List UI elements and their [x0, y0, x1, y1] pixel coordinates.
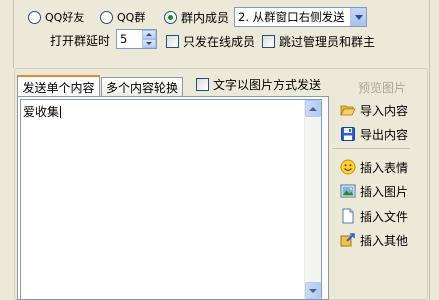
checkbox-skip-admins-label: 跳过管理员和群主 — [279, 34, 376, 49]
scroll-up-icon[interactable] — [305, 100, 321, 117]
tab-single-content[interactable]: 发送单个内容 — [17, 75, 100, 97]
delay-spinner[interactable]: 5 — [116, 29, 157, 49]
radio-group-members[interactable]: 群内成员 — [164, 9, 229, 25]
text-caret — [60, 106, 62, 118]
picture-icon — [340, 183, 356, 199]
radio-qq-group-label: QQ群 — [117, 11, 146, 24]
import-content-label: 导入内容 — [360, 103, 409, 118]
radio-qq-friends-circle[interactable] — [28, 10, 41, 24]
spin-down-icon[interactable] — [142, 39, 156, 48]
insert-file-label: 插入文件 — [360, 209, 409, 224]
side-separator — [332, 148, 410, 149]
delay-value[interactable]: 5 — [117, 32, 142, 46]
save-disk-icon — [340, 126, 356, 142]
insert-emoji-button[interactable]: 插入表情 — [340, 157, 408, 177]
folder-open-icon — [340, 102, 356, 118]
radio-qq-group[interactable]: QQ群 — [100, 9, 145, 25]
tab-single-content-label: 发送单个内容 — [22, 80, 95, 95]
editor-scrollbar[interactable] — [304, 100, 321, 299]
radio-qq-group-circle[interactable] — [100, 10, 113, 24]
checkbox-text-as-image-label: 文字以图片方式发送 — [213, 77, 322, 92]
checkbox-text-as-image[interactable]: 文字以图片方式发送 — [196, 76, 321, 92]
scroll-down-icon[interactable] — [305, 282, 321, 299]
radio-qq-friends-label: QQ好友 — [45, 11, 85, 24]
checkbox-online-only[interactable]: 只发在线成员 — [166, 33, 255, 49]
tab-multi-content-label: 多个内容轮换 — [105, 81, 178, 95]
tab-multi-content[interactable]: 多个内容轮换 — [101, 77, 183, 97]
preview-image-label: 预览图片 — [358, 80, 407, 95]
checkbox-skip-admins[interactable]: 跳过管理员和群主 — [262, 33, 375, 49]
member-mode-value: 2. 从群窗口右侧发送 — [238, 10, 345, 24]
export-content-button[interactable]: 导出内容 — [340, 124, 408, 144]
insert-other-button[interactable]: 插入其他 — [340, 230, 408, 250]
radio-group-members-label: 群内成员 — [181, 10, 230, 25]
member-mode-select[interactable]: 2. 从群窗口右侧发送 — [234, 7, 367, 27]
insert-image-label: 插入图片 — [360, 184, 409, 199]
checkbox-skip-admins-box[interactable] — [262, 34, 275, 48]
export-content-label: 导出内容 — [360, 127, 409, 142]
checkbox-online-only-label: 只发在线成员 — [183, 34, 256, 49]
insert-file-button[interactable]: 插入文件 — [340, 206, 408, 226]
checkbox-text-as-image-box[interactable] — [196, 77, 209, 91]
insert-other-label: 插入其他 — [360, 233, 409, 248]
radio-group-members-circle[interactable] — [164, 10, 177, 24]
content-editor[interactable]: 爱收集 — [20, 99, 322, 300]
spin-up-icon[interactable] — [142, 30, 156, 39]
editor-text[interactable]: 爱收集 — [23, 105, 59, 119]
radio-qq-friends[interactable]: QQ好友 — [28, 9, 84, 25]
insert-image-button[interactable]: 插入图片 — [340, 181, 408, 201]
import-content-button[interactable]: 导入内容 — [340, 100, 408, 120]
panel-left-edge — [0, 0, 14, 68]
insert-emoji-label: 插入表情 — [360, 160, 409, 175]
smiley-icon — [340, 159, 356, 175]
document-icon — [340, 208, 356, 224]
insert-other-icon — [340, 232, 356, 248]
preview-image-button[interactable]: 预览图片 — [358, 77, 406, 97]
delay-label: 打开群延时 — [50, 34, 111, 48]
window-right-edge — [429, 0, 430, 300]
checkbox-online-only-box[interactable] — [166, 34, 179, 48]
chevron-down-icon[interactable] — [350, 8, 366, 26]
